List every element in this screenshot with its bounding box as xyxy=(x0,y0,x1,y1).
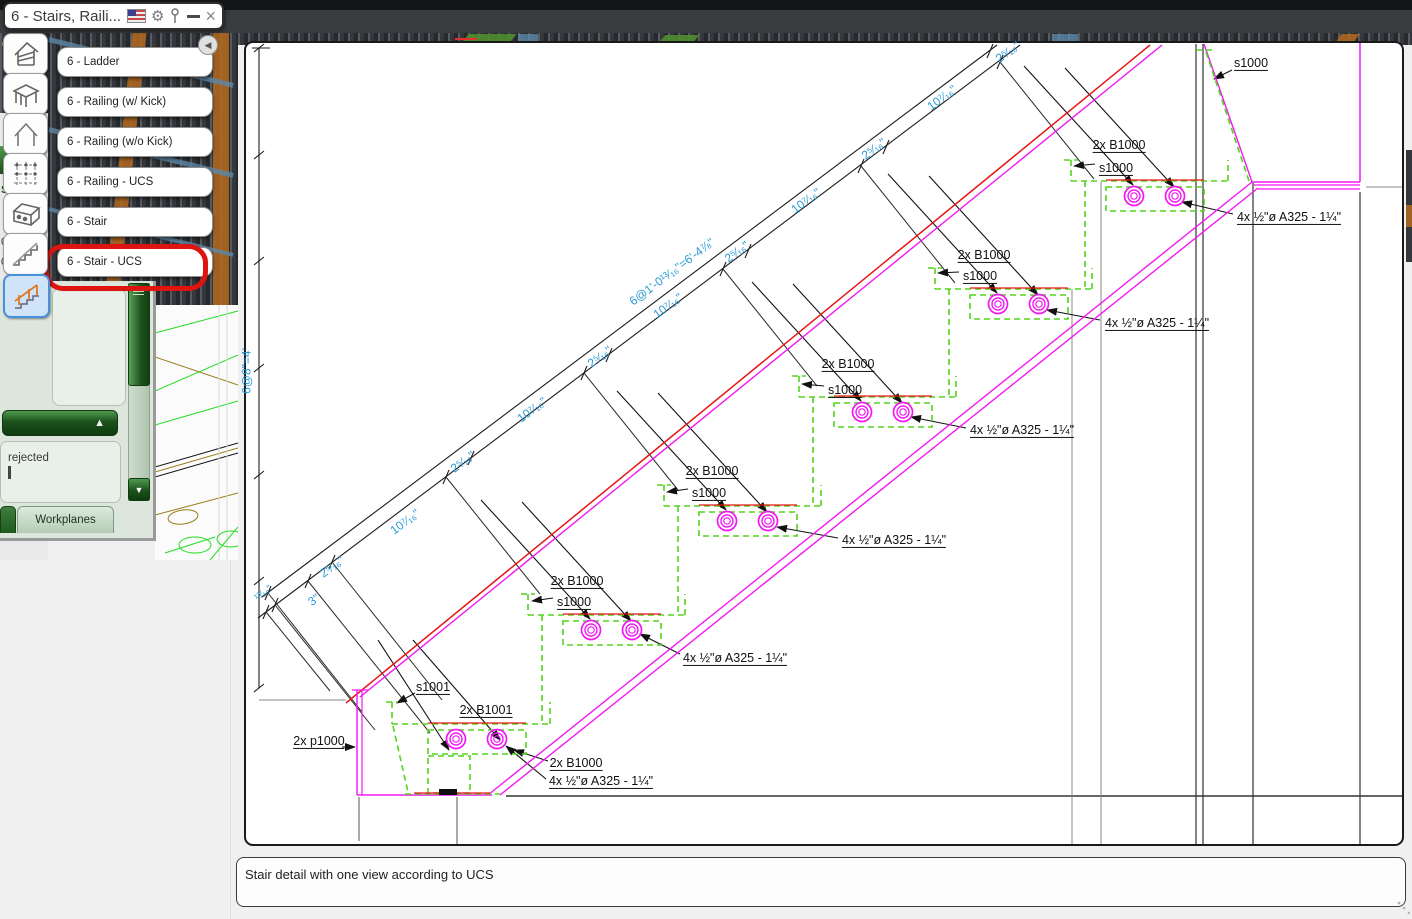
catalog-item-railing-ucs[interactable]: 6 - Railing - UCS xyxy=(57,167,213,197)
dim-start: ¹³⁄₁₆" xyxy=(252,583,275,604)
item-label: 6 - Railing - UCS xyxy=(67,176,154,188)
tab-workplanes[interactable]: Workplanes xyxy=(17,506,114,533)
beam-icon xyxy=(11,203,41,227)
formwork-icon xyxy=(11,84,40,107)
item-label: 6 - Railing (w/ Kick) xyxy=(67,96,167,108)
tool-beam-button[interactable] xyxy=(3,193,48,235)
tab-selected-partial[interactable] xyxy=(0,506,16,533)
dim-run: 10⁷⁄₁₆" xyxy=(514,394,550,426)
dim-rise: 2⁵⁄₁₆" xyxy=(584,343,615,371)
red-highlight-annotation xyxy=(44,244,208,291)
item-label: 6 - Railing (w/o Kick) xyxy=(67,136,173,148)
down-arrow-icon: ▼ xyxy=(134,484,144,495)
favorites-list-empty[interactable] xyxy=(52,288,126,406)
resize-grip[interactable] xyxy=(1396,900,1410,914)
scroll-down-button[interactable]: ▼ xyxy=(128,478,150,501)
part-label-b1001: 2x B1001 xyxy=(459,702,513,719)
part-label-s1000: s1000 xyxy=(827,382,863,399)
status-list[interactable]: rejected xyxy=(0,441,121,503)
scrollbar-thumb[interactable] xyxy=(128,283,150,386)
tool-stair-button[interactable] xyxy=(3,233,48,275)
us-flag-icon[interactable] xyxy=(127,9,147,23)
app-root: { "titlebar": { "title": "6 - Stairs, Ra… xyxy=(0,0,1412,919)
collapse-panel-button[interactable]: ◀ xyxy=(198,35,218,55)
tool-frame-button[interactable] xyxy=(3,33,48,75)
part-label-s1000: s1000 xyxy=(1233,55,1269,72)
panel-seam xyxy=(230,545,231,919)
model-view-strip xyxy=(238,33,1412,45)
dim-run: 10⁷⁄₁₆" xyxy=(387,506,423,538)
gear-icon[interactable]: ⚙ xyxy=(151,9,164,24)
part-label-bolt: 4x ½"ø A325 - 1¼" xyxy=(1104,315,1210,332)
stair-railing-icon xyxy=(13,284,39,309)
wireframe-lines xyxy=(155,305,238,560)
window-title: 6 - Stairs, Raili... xyxy=(11,7,122,25)
collapse-section-button[interactable]: ▲ xyxy=(2,410,118,436)
item-label: 6 - Ladder xyxy=(67,56,120,68)
dim-run: 10⁷⁄₁₆" xyxy=(924,82,960,114)
catalog-item-railing-nokick[interactable]: 6 - Railing (w/o Kick) xyxy=(57,127,213,157)
part-label-b1000: 2x B1000 xyxy=(821,356,875,373)
part-label-b1000: 2x B1000 xyxy=(1092,137,1146,154)
house-icon xyxy=(13,122,38,146)
strip-blue-bit xyxy=(518,34,538,44)
catalog-item-railing-kick[interactable]: 6 - Railing (w/ Kick) xyxy=(57,87,213,117)
part-label-b1000: 2x B1000 xyxy=(957,247,1011,264)
frame-icon xyxy=(13,41,39,66)
part-label-p1000: 2x p1000 xyxy=(293,733,345,750)
dim-rise: 2⁵⁄₁₆" xyxy=(316,553,347,581)
dim-rise: 2⁵⁄₁₆" xyxy=(721,238,752,266)
part-label-s1001: s1001 xyxy=(415,679,451,696)
part-label-bolt: 4x ½"ø A325 - 1¼" xyxy=(682,650,788,667)
part-label-bolt: 4x ½"ø A325 - 1¼" xyxy=(841,532,947,549)
up-arrow-icon: ▲ xyxy=(94,417,105,429)
strip-red-mark xyxy=(455,38,477,40)
grid-icon xyxy=(13,162,38,186)
component-window-titlebar[interactable]: 6 - Stairs, Raili... ⚙ × xyxy=(3,2,224,30)
drawing-caption-field[interactable]: Stair detail with one view according to … xyxy=(236,857,1406,907)
tool-stair-ucs-button-selected[interactable] xyxy=(3,274,50,318)
item-label: 6 - Stair xyxy=(67,216,108,228)
status-text: rejected xyxy=(8,452,49,464)
part-label-bolt: 4x ½"ø A325 - 1¼" xyxy=(969,422,1075,439)
part-label-b1000: 2x B1000 xyxy=(550,573,604,590)
minimize-icon[interactable] xyxy=(187,14,201,18)
part-label-s1000: s1000 xyxy=(556,594,592,611)
pin-icon[interactable] xyxy=(170,8,180,24)
tool-grid-button[interactable] xyxy=(3,153,48,195)
part-label-bolt: 4x ½"ø A325 - 1¼" xyxy=(548,773,654,790)
dim-rise: 2⁵⁄₁₆" xyxy=(858,135,889,163)
model-edge-orange xyxy=(1406,205,1412,227)
collapse-icon: ◀ xyxy=(204,39,212,50)
dim-vertical: 6@8"=4' xyxy=(239,348,254,394)
part-label-b1000: 2x B1000 xyxy=(549,755,603,772)
strip-blue-bit xyxy=(1052,34,1078,44)
part-label-bolt: 4x ½"ø A325 - 1¼" xyxy=(1236,209,1342,226)
caption-text: Stair detail with one view according to … xyxy=(245,867,494,882)
close-icon[interactable]: × xyxy=(205,7,216,25)
catalog-item-stair[interactable]: 6 - Stair xyxy=(57,207,213,237)
dim-run: 10⁷⁄₁₆" xyxy=(650,290,686,322)
part-label-b1000: 2x B1000 xyxy=(685,463,739,480)
catalog-item-ladder[interactable]: 6 - Ladder xyxy=(57,47,213,77)
truncated-text-fragment xyxy=(8,466,11,479)
part-label-s1000: s1000 xyxy=(691,485,727,502)
tool-formwork-button[interactable] xyxy=(3,73,48,115)
dim-rise: 2⁵⁄₁₆" xyxy=(447,448,478,476)
part-label-s1000: s1000 xyxy=(1098,160,1134,177)
dim-three: 3" xyxy=(305,590,323,609)
tab-workplanes-label: Workplanes xyxy=(35,514,96,526)
strip-green-member xyxy=(658,35,700,43)
tool-house-button[interactable] xyxy=(3,113,48,155)
dim-run: 10⁷⁄₁₆" xyxy=(788,185,824,217)
stair-icon xyxy=(11,242,38,266)
part-label-s1000: s1000 xyxy=(962,268,998,285)
